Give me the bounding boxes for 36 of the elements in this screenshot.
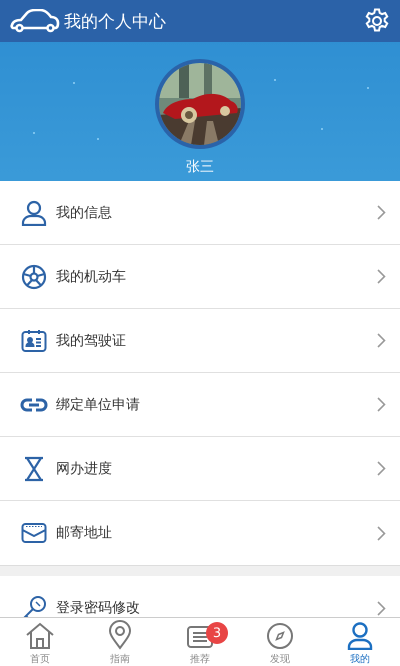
settings-icon[interactable] xyxy=(364,8,390,34)
tab-item[interactable]: 推荐 3 xyxy=(160,618,240,666)
chevron-icon xyxy=(377,205,386,220)
menu-item[interactable]: 网办进度 xyxy=(0,437,400,501)
house-icon xyxy=(25,622,55,650)
chevron-icon xyxy=(377,461,386,476)
menu-item[interactable]: 我的信息 xyxy=(0,181,400,245)
chevron-icon xyxy=(377,526,386,540)
tab-item[interactable]: 发现 xyxy=(240,618,320,666)
wheel-icon xyxy=(21,264,47,290)
menu-item[interactable]: 我的驾驶证 xyxy=(0,309,400,373)
menu-item[interactable]: 绑定单位申请 xyxy=(0,373,400,437)
menu-item[interactable]: 我的机动车 xyxy=(0,245,400,309)
chevron-icon xyxy=(377,333,386,348)
tab-item[interactable]: 指南 xyxy=(80,618,160,666)
chevron-icon xyxy=(377,269,386,284)
menu-item[interactable]: 登录密码修改 xyxy=(0,576,400,617)
menu-item[interactable]: 邮寄地址 xyxy=(0,501,400,565)
hourglass-icon xyxy=(23,456,45,482)
link-icon xyxy=(20,398,48,412)
car-icon xyxy=(10,9,60,33)
chevron-icon xyxy=(377,600,386,616)
chevron-icon xyxy=(377,397,386,412)
compass-icon xyxy=(266,622,294,650)
count-badge: 3 xyxy=(206,622,228,644)
tab-item[interactable]: 首页 xyxy=(0,618,80,666)
user-name: 张三 xyxy=(186,158,214,176)
newspaper-icon xyxy=(186,624,214,650)
envelope-icon xyxy=(21,522,47,544)
id-card-icon xyxy=(21,328,47,352)
key-icon xyxy=(21,595,47,617)
person-icon xyxy=(21,200,47,226)
tab-item[interactable]: 我的 xyxy=(320,618,400,666)
person-icon xyxy=(347,622,373,650)
location-pin-icon xyxy=(108,620,132,650)
page-title: 我的个人中心 xyxy=(64,10,167,32)
